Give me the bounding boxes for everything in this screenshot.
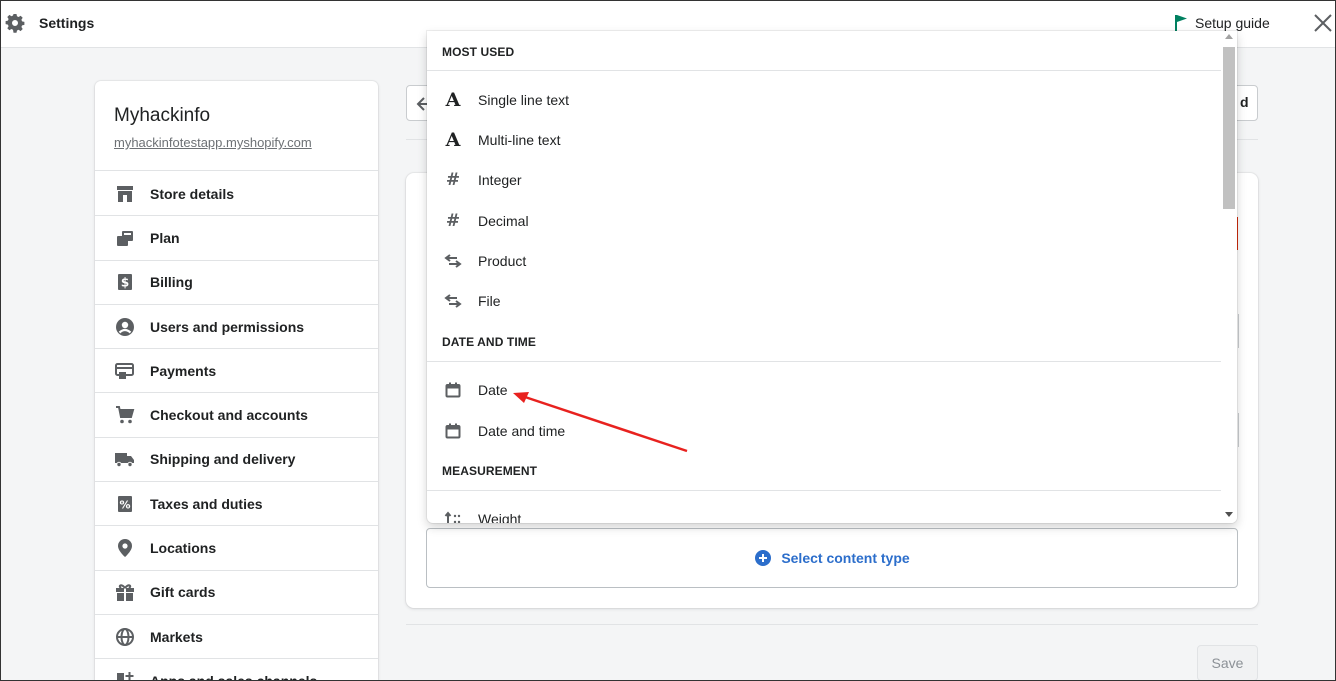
user-icon bbox=[115, 317, 135, 337]
option-label: Weight bbox=[478, 511, 522, 523]
option-product[interactable]: Product bbox=[427, 241, 1221, 281]
sidebar-item-gift-cards[interactable]: Gift cards bbox=[95, 571, 378, 615]
weight-icon bbox=[443, 509, 463, 523]
sidebar-item-markets[interactable]: Markets bbox=[95, 615, 378, 660]
sidebar-item-users-and-permissions[interactable]: Users and permissions bbox=[95, 305, 378, 350]
apps-icon bbox=[115, 671, 135, 680]
gift-icon bbox=[115, 582, 135, 602]
scroll-up-arrow-icon[interactable] bbox=[1225, 34, 1233, 39]
sidebar-item-label: Payments bbox=[150, 362, 217, 379]
setup-guide-label: Setup guide bbox=[1195, 15, 1270, 31]
option-file[interactable]: File bbox=[427, 281, 1221, 321]
text-a-icon: A bbox=[445, 89, 461, 111]
hash-icon: # bbox=[445, 170, 461, 190]
option-date[interactable]: Date bbox=[427, 370, 1221, 410]
gear-icon bbox=[5, 14, 25, 33]
sidebar-item-label: Markets bbox=[150, 628, 203, 645]
plus-circle-icon bbox=[755, 550, 772, 566]
option-multi-line-text[interactable]: A Multi-line text bbox=[427, 120, 1221, 160]
sidebar-item-locations[interactable]: Locations bbox=[95, 526, 378, 571]
reference-arrows-icon bbox=[443, 291, 463, 311]
settings-window: Settings Setup guide Myhackinfo myhackin… bbox=[0, 0, 1336, 681]
option-label: File bbox=[478, 293, 501, 309]
sidebar-item-apps-and-sales-channels[interactable]: Apps and sales channels bbox=[95, 659, 378, 681]
sidebar-item-checkout-and-accounts[interactable]: Checkout and accounts bbox=[95, 393, 378, 438]
option-label: Multi-line text bbox=[478, 132, 561, 148]
settings-nav-list: Store details Plan $ Billing Users and p… bbox=[95, 172, 378, 681]
sidebar-item-label: Gift cards bbox=[150, 584, 216, 601]
calendar-icon bbox=[443, 380, 463, 400]
sidebar-item-label: Billing bbox=[150, 274, 193, 291]
option-label: Date bbox=[478, 382, 508, 398]
sidebar-item-label: Checkout and accounts bbox=[150, 407, 308, 424]
svg-text:%: % bbox=[119, 498, 130, 511]
option-label: Integer bbox=[478, 172, 522, 188]
option-label: Decimal bbox=[478, 213, 529, 229]
dropdown-options: MOST USED A Single line text A Multi-lin… bbox=[427, 31, 1221, 523]
store-url-link[interactable]: myhackinfotestapp.myshopify.com bbox=[114, 135, 312, 150]
store-icon bbox=[115, 184, 135, 204]
cart-icon bbox=[115, 405, 135, 425]
section-title-measurement: MEASUREMENT bbox=[442, 464, 538, 478]
option-single-line-text[interactable]: A Single line text bbox=[427, 80, 1221, 120]
location-pin-icon bbox=[115, 538, 135, 558]
header-action-label: d bbox=[1240, 94, 1249, 110]
section-title-most-used: MOST USED bbox=[442, 45, 515, 59]
sidebar-item-label: Users and permissions bbox=[150, 318, 305, 335]
calendar-icon bbox=[443, 421, 463, 441]
sidebar-item-shipping-and-delivery[interactable]: Shipping and delivery bbox=[95, 438, 378, 483]
sidebar-item-label: Store details bbox=[150, 185, 235, 202]
sidebar-item-store-details[interactable]: Store details bbox=[95, 172, 378, 217]
sidebar-item-taxes-and-duties[interactable]: % Taxes and duties bbox=[95, 482, 378, 527]
store-settings-nav: Myhackinfo myhackinfotestapp.myshopify.c… bbox=[95, 81, 378, 681]
option-integer[interactable]: # Integer bbox=[427, 160, 1221, 200]
select-content-type-button[interactable]: Select content type bbox=[426, 528, 1238, 588]
truck-icon bbox=[115, 449, 135, 469]
reference-arrows-icon bbox=[443, 251, 463, 271]
payments-icon bbox=[115, 361, 135, 381]
sidebar-item-payments[interactable]: Payments bbox=[95, 349, 378, 394]
sidebar-item-label: Plan bbox=[150, 229, 180, 246]
svg-text:$: $ bbox=[121, 276, 129, 290]
dropdown-scrollbar[interactable] bbox=[1221, 31, 1237, 523]
save-button[interactable]: Save bbox=[1197, 645, 1258, 680]
option-label: Single line text bbox=[478, 92, 570, 108]
section-divider bbox=[427, 361, 1221, 362]
close-icon[interactable] bbox=[1312, 12, 1334, 34]
setup-guide-button[interactable]: Setup guide bbox=[1173, 14, 1270, 32]
option-label: Date and time bbox=[478, 423, 566, 439]
option-decimal[interactable]: # Decimal bbox=[427, 201, 1221, 241]
scroll-down-arrow-icon[interactable] bbox=[1225, 512, 1233, 517]
hash-icon: # bbox=[445, 211, 461, 231]
content-type-dropdown[interactable]: MOST USED A Single line text A Multi-lin… bbox=[427, 31, 1237, 523]
sidebar-item-label: Taxes and duties bbox=[150, 495, 263, 512]
scrollbar-thumb[interactable] bbox=[1223, 47, 1235, 209]
sidebar-item-label: Locations bbox=[150, 540, 217, 557]
section-divider bbox=[427, 70, 1221, 71]
section-title-date-and-time: DATE AND TIME bbox=[442, 335, 536, 349]
select-content-type-label: Select content type bbox=[781, 550, 910, 566]
billing-icon: $ bbox=[115, 272, 135, 292]
globe-icon bbox=[115, 627, 135, 647]
option-date-and-time[interactable]: Date and time bbox=[427, 411, 1221, 451]
text-a-icon: A bbox=[445, 129, 461, 151]
plan-icon bbox=[115, 228, 135, 248]
sidebar-item-plan[interactable]: Plan bbox=[95, 216, 378, 261]
section-divider bbox=[427, 490, 1221, 491]
store-header: Myhackinfo myhackinfotestapp.myshopify.c… bbox=[95, 81, 378, 171]
sidebar-item-label: Shipping and delivery bbox=[150, 451, 296, 468]
tax-icon: % bbox=[115, 494, 135, 514]
store-name: Myhackinfo bbox=[114, 105, 211, 126]
page-title: Settings bbox=[39, 15, 95, 31]
flag-icon bbox=[1175, 15, 1187, 31]
option-weight[interactable]: Weight bbox=[427, 499, 1221, 523]
sidebar-item-billing[interactable]: $ Billing bbox=[95, 261, 378, 305]
sidebar-item-label: Apps and sales channels bbox=[150, 672, 318, 681]
option-label: Product bbox=[478, 253, 527, 269]
divider bbox=[406, 624, 1258, 625]
